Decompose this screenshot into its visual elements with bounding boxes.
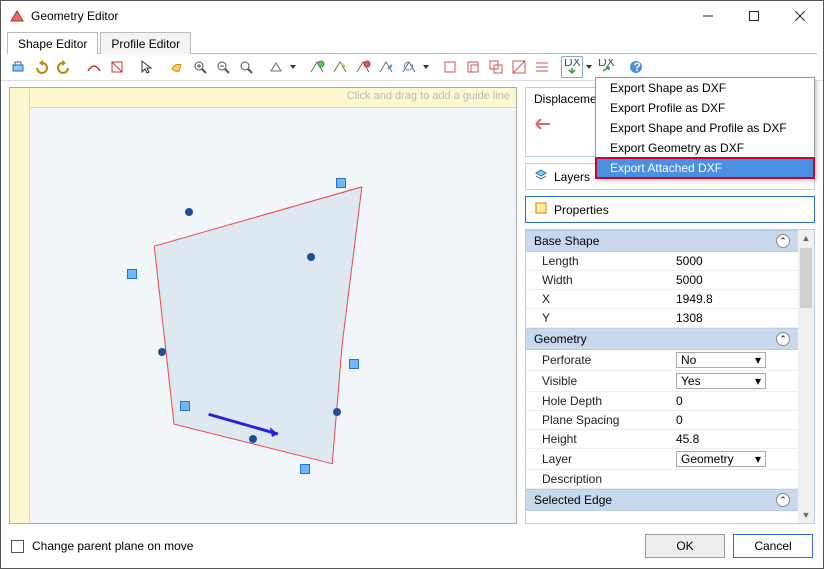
- dxf-dropdown-arrow-icon[interactable]: [584, 56, 594, 78]
- dxf-import-icon[interactable]: DXF: [595, 56, 617, 78]
- menu-export-attached-dxf[interactable]: Export Attached DXF: [596, 158, 814, 178]
- scroll-thumb[interactable]: [800, 248, 812, 308]
- window-controls: [685, 1, 823, 31]
- dxf-export-icon[interactable]: DXF: [561, 56, 583, 78]
- layer-select[interactable]: Geometry▾: [676, 451, 766, 467]
- prop-y: Y1308: [526, 309, 798, 328]
- scroll-down-icon[interactable]: ▼: [798, 507, 814, 523]
- prop-plane-spacing: Plane Spacing0: [526, 411, 798, 430]
- chevron-up-icon[interactable]: ⌃: [776, 493, 790, 507]
- prop-layer: LayerGeometry▾: [526, 449, 798, 470]
- maximize-button[interactable]: [731, 1, 777, 31]
- draw-shape-icon[interactable]: [106, 56, 128, 78]
- app-icon: [9, 8, 25, 24]
- properties-scrollbar[interactable]: ▲ ▼: [798, 230, 814, 523]
- shape-vertex[interactable]: [307, 253, 315, 261]
- zoom-out-icon[interactable]: [212, 56, 234, 78]
- remove-vertex-icon[interactable]: [352, 56, 374, 78]
- select-shape-icon[interactable]: [439, 56, 461, 78]
- properties-icon: [534, 201, 548, 218]
- prop-x: X1949.8: [526, 290, 798, 309]
- chevron-down-icon: ▾: [755, 452, 761, 466]
- shape-tool-1-icon[interactable]: [265, 56, 287, 78]
- chevron-down-icon: ▾: [755, 353, 761, 367]
- shape-handle[interactable]: [300, 464, 310, 474]
- zoom-in-icon[interactable]: [189, 56, 211, 78]
- change-parent-plane-checkbox[interactable]: [11, 540, 24, 553]
- tab-shape-editor[interactable]: Shape Editor: [7, 32, 98, 54]
- svg-text:?: ?: [634, 60, 641, 74]
- dxf-export-menu: Export Shape as DXF Export Profile as DX…: [595, 77, 815, 179]
- dropdown-arrow-icon[interactable]: [421, 56, 431, 78]
- chevron-up-icon[interactable]: ⌃: [776, 234, 790, 248]
- titlebar: Geometry Editor: [1, 1, 823, 31]
- perforate-select[interactable]: No▾: [676, 352, 766, 368]
- menu-export-shape-profile-dxf[interactable]: Export Shape and Profile as DXF: [596, 118, 814, 138]
- pointer-icon[interactable]: [136, 56, 158, 78]
- print-icon[interactable]: [7, 56, 29, 78]
- prop-length: Length5000: [526, 252, 798, 271]
- shape-handle[interactable]: [180, 401, 190, 411]
- layers-icon: [534, 168, 548, 185]
- svg-text:DXF: DXF: [564, 59, 581, 69]
- geometry-editor-window: Geometry Editor Shape Editor Profile Edi…: [0, 0, 824, 569]
- footer: Change parent plane on move OK Cancel: [1, 526, 823, 568]
- close-button[interactable]: [777, 1, 823, 31]
- shape-handle[interactable]: [336, 178, 346, 188]
- gradient-icon[interactable]: [508, 56, 530, 78]
- properties-panel: Base Shape ⌃ Length5000 Width5000 X1949.…: [525, 229, 815, 524]
- shape-handle[interactable]: [127, 269, 137, 279]
- striped-icon[interactable]: [531, 56, 553, 78]
- prop-hole-depth: Hole Depth0: [526, 392, 798, 411]
- prop-width: Width5000: [526, 271, 798, 290]
- section-selected-edge[interactable]: Selected Edge ⌃: [526, 489, 798, 511]
- prop-visible: VisibleYes▾: [526, 371, 798, 392]
- menu-export-shape-dxf[interactable]: Export Shape as DXF: [596, 78, 814, 98]
- paint-icon[interactable]: [166, 56, 188, 78]
- window-title: Geometry Editor: [31, 9, 685, 23]
- ok-button[interactable]: OK: [645, 534, 725, 558]
- menu-export-geometry-dxf[interactable]: Export Geometry as DXF: [596, 138, 814, 158]
- move-shape-icon[interactable]: [375, 56, 397, 78]
- select-add-icon[interactable]: [462, 56, 484, 78]
- draw-curve-icon[interactable]: [83, 56, 105, 78]
- menu-export-profile-dxf[interactable]: Export Profile as DXF: [596, 98, 814, 118]
- properties-label: Properties: [554, 203, 609, 217]
- chevron-down-icon: ▾: [755, 374, 761, 388]
- prop-perforate: PerforateNo▾: [526, 350, 798, 371]
- layers-label: Layers: [554, 170, 590, 184]
- editor-tabs: Shape Editor Profile Editor: [7, 31, 817, 54]
- prop-description: Description: [526, 470, 798, 489]
- undo-icon[interactable]: [30, 56, 52, 78]
- cancel-button[interactable]: Cancel: [733, 534, 813, 558]
- dropdown-arrow-icon[interactable]: [288, 56, 298, 78]
- section-geometry[interactable]: Geometry ⌃: [526, 328, 798, 350]
- shape-vertex[interactable]: [333, 408, 341, 416]
- shape-vertex[interactable]: [185, 208, 193, 216]
- redo-icon[interactable]: [53, 56, 75, 78]
- scroll-up-icon[interactable]: ▲: [798, 230, 814, 246]
- visible-select[interactable]: Yes▾: [676, 373, 766, 389]
- rotate-shape-icon[interactable]: [398, 56, 420, 78]
- modify-vertex-icon[interactable]: [329, 56, 351, 78]
- help-icon[interactable]: ?: [625, 56, 647, 78]
- add-vertex-icon[interactable]: [306, 56, 328, 78]
- zoom-fit-icon[interactable]: [235, 56, 257, 78]
- properties-tab[interactable]: Properties: [525, 196, 815, 223]
- canvas[interactable]: Click and drag to add a guide line: [9, 87, 517, 524]
- shape-handle[interactable]: [349, 359, 359, 369]
- chevron-up-icon[interactable]: ⌃: [776, 332, 790, 346]
- minimize-button[interactable]: [685, 1, 731, 31]
- tab-profile-editor[interactable]: Profile Editor: [100, 32, 191, 54]
- change-parent-plane-label: Change parent plane on move: [32, 539, 193, 553]
- select-subtract-icon[interactable]: [485, 56, 507, 78]
- shape-vertex[interactable]: [158, 348, 166, 356]
- section-base-shape[interactable]: Base Shape ⌃: [526, 230, 798, 252]
- shape-vertex[interactable]: [249, 435, 257, 443]
- prop-height: Height45.8: [526, 430, 798, 449]
